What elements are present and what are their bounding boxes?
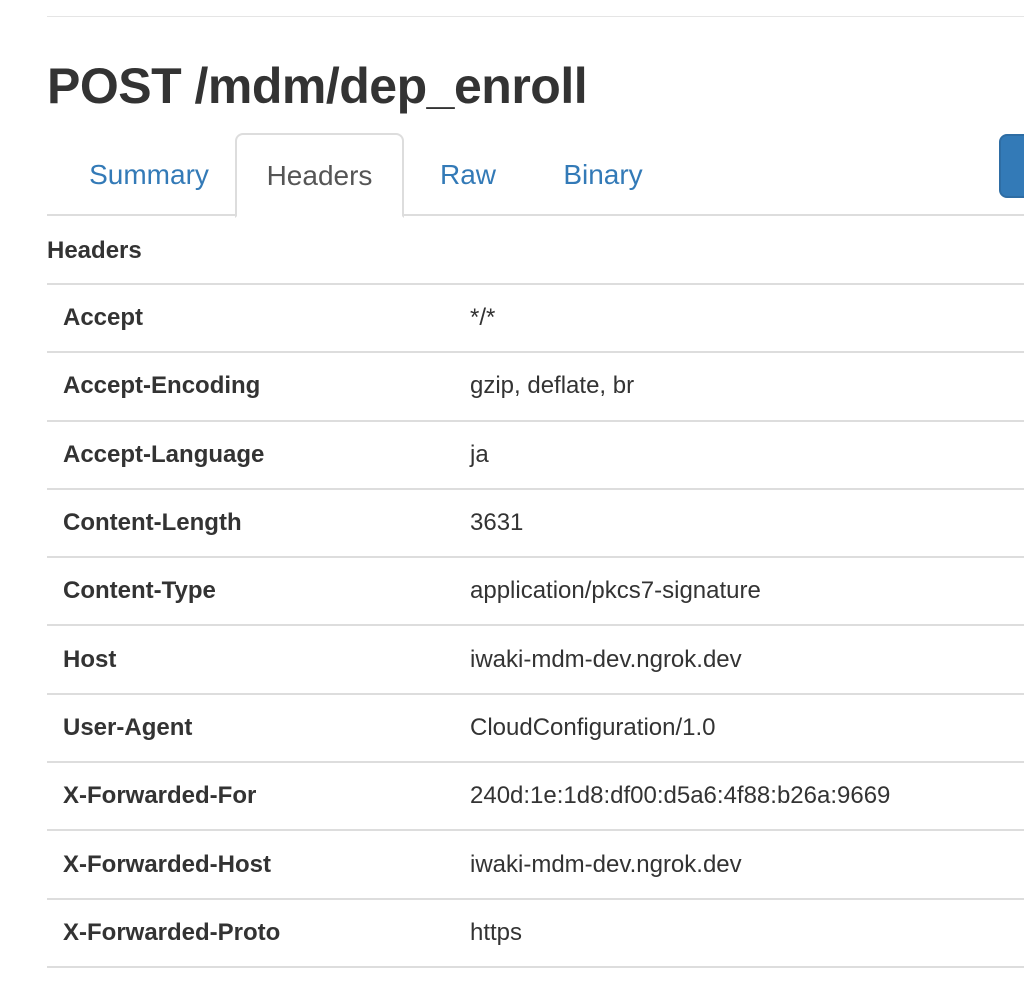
header-name: Accept-Language: [63, 440, 265, 468]
tab-binary[interactable]: Binary: [547, 133, 659, 216]
page-title: POST /mdm/dep_enroll: [47, 58, 588, 114]
top-divider: [47, 16, 1024, 17]
table-row: Content-Length 3631: [47, 489, 1024, 558]
header-name: Host: [63, 645, 117, 673]
header-name: X-Forwarded-Host: [63, 850, 272, 878]
header-name: X-Forwarded-For: [63, 782, 257, 810]
header-value: */*: [470, 304, 496, 332]
table-row: Accept-Language ja: [47, 421, 1024, 489]
tab-bar: Summary Headers Raw Binary: [47, 133, 1024, 218]
table-row: User-Agent CloudConfiguration/1.0: [47, 694, 1024, 763]
header-name: Content-Length: [63, 509, 242, 537]
header-value: iwaki-mdm-dev.ngrok.dev: [470, 850, 742, 878]
header-value: 3631: [470, 509, 524, 537]
table-row: X-Forwarded-For 240d:1e:1d8:df00:d5a6:4f…: [47, 762, 1024, 831]
header-name: User-Agent: [63, 713, 193, 741]
header-name: Content-Type: [63, 577, 216, 605]
header-value: iwaki-mdm-dev.ngrok.dev: [470, 645, 742, 673]
section-label: Headers: [47, 237, 142, 264]
header-value: CloudConfiguration/1.0: [470, 713, 716, 741]
header-value: application/pkcs7-signature: [470, 577, 761, 605]
header-name: Accept-Encoding: [63, 372, 261, 400]
tab-summary[interactable]: Summary: [63, 133, 235, 216]
table-row: Accept-Encoding gzip, deflate, br: [47, 352, 1024, 421]
headers-table: Accept */* Accept-Encoding gzip, deflate…: [47, 283, 1024, 968]
header-value: gzip, deflate, br: [470, 372, 635, 400]
header-value: 240d:1e:1d8:df00:d5a6:4f88:b26a:9669: [470, 782, 891, 810]
table-row: Host iwaki-mdm-dev.ngrok.dev: [47, 625, 1024, 694]
action-button[interactable]: [999, 134, 1024, 198]
table-row: Accept */*: [47, 284, 1024, 353]
table-row: X-Forwarded-Host iwaki-mdm-dev.ngrok.dev: [47, 830, 1024, 899]
header-name: X-Forwarded-Proto: [63, 918, 281, 946]
header-value: https: [470, 918, 523, 946]
header-name: Accept: [63, 304, 144, 332]
table-row: Content-Type application/pkcs7-signature: [47, 557, 1024, 626]
table-row: X-Forwarded-Proto https: [47, 899, 1024, 967]
header-value: ja: [470, 440, 489, 468]
tab-raw[interactable]: Raw: [421, 133, 515, 216]
tab-headers[interactable]: Headers: [235, 133, 404, 218]
